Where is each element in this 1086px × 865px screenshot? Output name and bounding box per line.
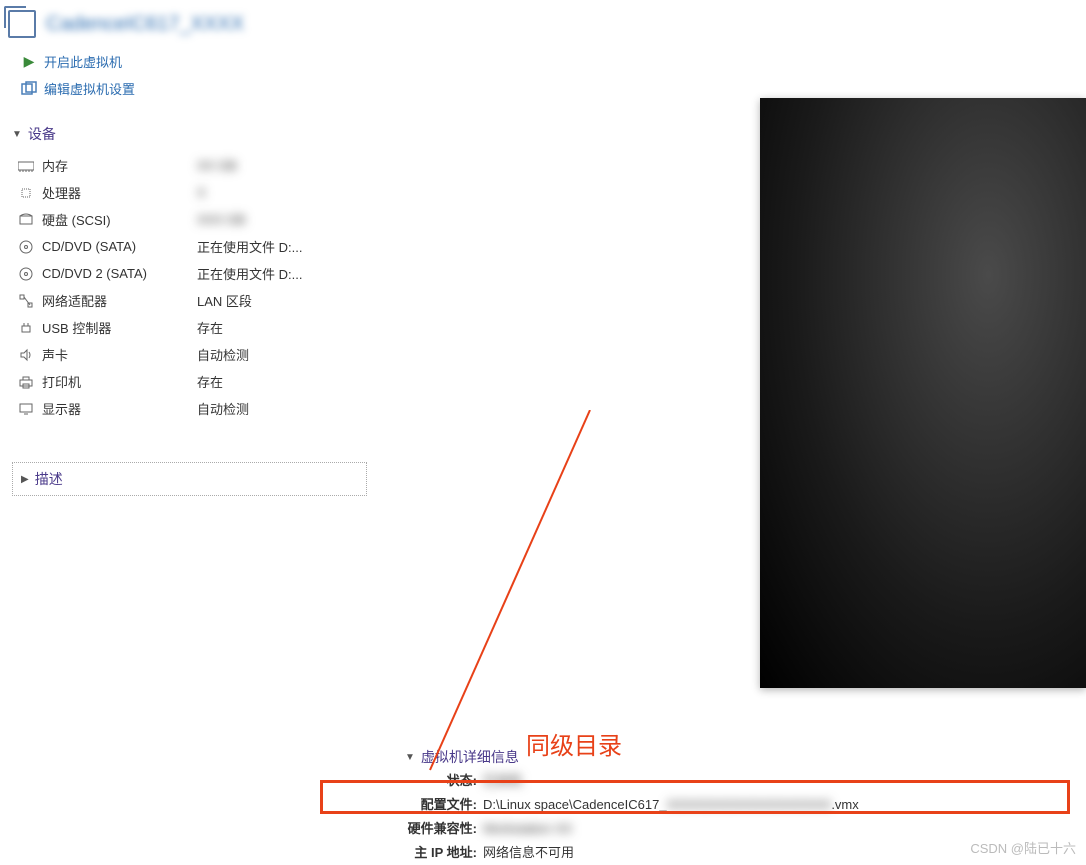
chevron-right-icon: ▶: [21, 474, 29, 485]
device-row[interactable]: 打印机存在: [12, 368, 362, 395]
detail-label: 主 IP 地址:: [405, 843, 477, 863]
device-row[interactable]: USB 控制器存在: [12, 314, 362, 341]
devices-title: 设备: [28, 124, 56, 144]
device-name: 声卡: [42, 345, 197, 364]
device-row[interactable]: CD/DVD (SATA)正在使用文件 D:...: [12, 233, 362, 260]
device-value: 自动检测: [197, 399, 249, 418]
detail-label: 状态:: [405, 771, 477, 791]
device-name: 硬盘 (SCSI): [42, 210, 197, 229]
sound-icon: [16, 347, 36, 363]
detail-value: Workstation XX: [483, 819, 1043, 839]
description-title: 描述: [35, 469, 63, 489]
vm-screen-preview: [760, 98, 1086, 688]
detail-label: 配置文件:: [405, 795, 477, 815]
device-row[interactable]: 声卡自动检测: [12, 341, 362, 368]
device-value: 自动检测: [197, 345, 249, 364]
device-value: 存在: [197, 372, 223, 391]
device-row[interactable]: 处理器X: [12, 179, 362, 206]
detail-label: 硬件兼容性:: [405, 819, 477, 839]
cd-icon: [16, 239, 36, 255]
display-icon: [16, 401, 36, 417]
vm-details-section: ▼ 虚拟机详细信息 状态: 已关机配置文件: D:\Linux space\Cade…: [405, 745, 1043, 865]
detail-row: 配置文件: D:\Linux space\CadenceIC617_XXXXXXX…: [405, 793, 1043, 817]
device-name: 网络适配器: [42, 291, 197, 310]
description-header[interactable]: ▶ 描述: [21, 469, 358, 489]
watermark: CSDN @陆已十六: [970, 838, 1076, 857]
device-value: LAN 区段: [197, 291, 252, 310]
device-name: 打印机: [42, 372, 197, 391]
device-value: XX GB: [197, 158, 237, 173]
detail-value: 网络信息不可用: [483, 843, 1043, 863]
device-value: 存在: [197, 318, 223, 337]
network-icon: [16, 293, 36, 309]
memory-icon: [16, 158, 36, 174]
vm-details-title: 虚拟机详细信息: [421, 747, 519, 767]
detail-value: D:\Linux space\CadenceIC617_XXXXXXXXXXXX…: [483, 795, 1043, 815]
device-value: XXX GB: [197, 212, 245, 227]
device-row[interactable]: 内存XX GB: [12, 152, 362, 179]
edit-vm-label: 编辑虚拟机设置: [44, 79, 135, 98]
device-name: 处理器: [42, 183, 197, 202]
edit-icon: [20, 80, 38, 98]
device-name: CD/DVD (SATA): [42, 239, 197, 254]
vm-title: CadenceIC617_XXXX: [46, 13, 244, 36]
device-name: 内存: [42, 156, 197, 175]
start-vm-button[interactable]: ▶ 开启此虚拟机: [20, 48, 1066, 75]
vm-tab-icon: [8, 10, 36, 38]
vm-header: CadenceIC617_XXXX: [0, 0, 1086, 48]
device-row[interactable]: 硬盘 (SCSI)XXX GB: [12, 206, 362, 233]
description-section[interactable]: ▶ 描述: [12, 462, 367, 496]
vm-details-header[interactable]: ▼ 虚拟机详细信息: [405, 745, 1043, 769]
usb-icon: [16, 320, 36, 336]
device-value: 正在使用文件 D:...: [197, 237, 302, 256]
device-name: CD/DVD 2 (SATA): [42, 266, 197, 281]
detail-row: 状态: 已关机: [405, 769, 1043, 793]
cd-icon: [16, 266, 36, 282]
device-name: USB 控制器: [42, 318, 197, 337]
device-value: X: [197, 185, 206, 200]
play-icon: ▶: [20, 53, 38, 71]
detail-value: 已关机: [483, 771, 1043, 791]
chevron-down-icon: ▼: [12, 129, 22, 140]
device-row[interactable]: 显示器自动检测: [12, 395, 362, 422]
device-name: 显示器: [42, 399, 197, 418]
cpu-icon: [16, 185, 36, 201]
detail-row: 主 IP 地址: 网络信息不可用: [405, 841, 1043, 865]
chevron-down-icon: ▼: [405, 752, 415, 763]
device-row[interactable]: CD/DVD 2 (SATA)正在使用文件 D:...: [12, 260, 362, 287]
disk-icon: [16, 212, 36, 228]
device-row[interactable]: 网络适配器LAN 区段: [12, 287, 362, 314]
start-vm-label: 开启此虚拟机: [44, 52, 122, 71]
printer-icon: [16, 374, 36, 390]
devices-table: 内存XX GB处理器X硬盘 (SCSI)XXX GBCD/DVD (SATA)正…: [12, 152, 362, 422]
detail-row: 硬件兼容性: Workstation XX: [405, 817, 1043, 841]
device-value: 正在使用文件 D:...: [197, 264, 302, 283]
